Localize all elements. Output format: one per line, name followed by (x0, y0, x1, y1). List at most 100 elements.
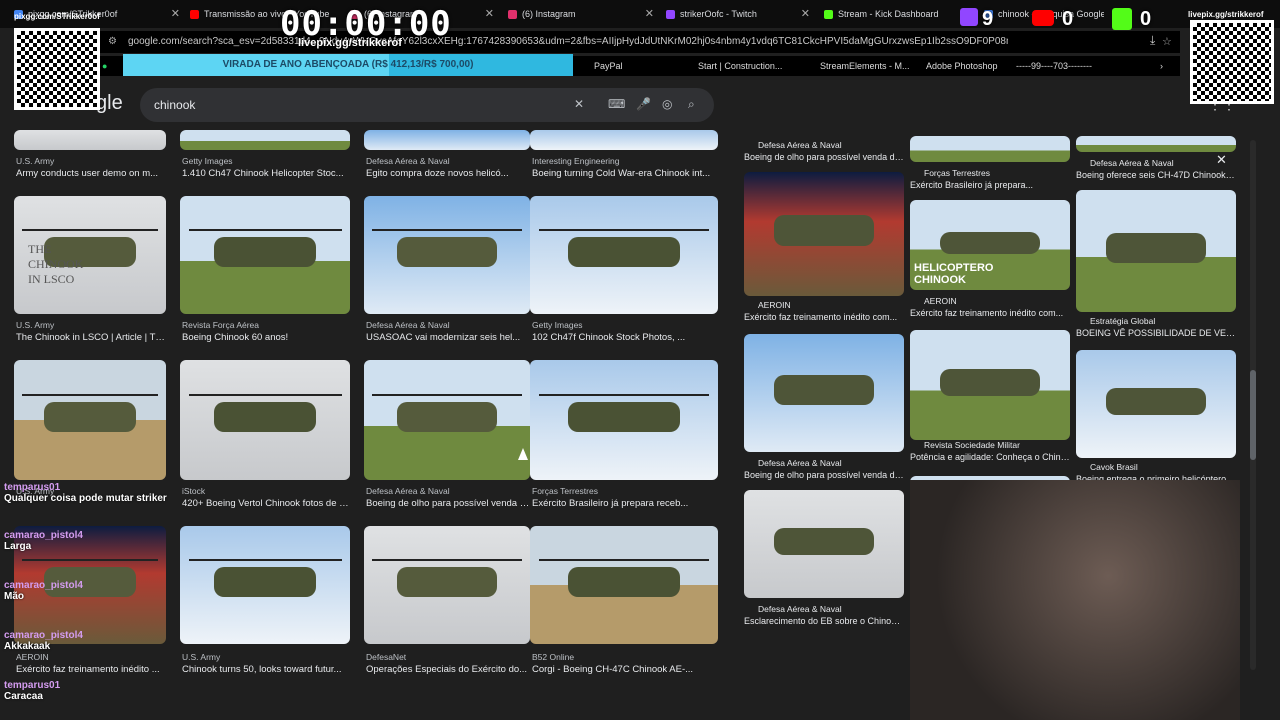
tab-twitch[interactable]: strikerOofc - Twitch ✕ (666, 4, 810, 24)
keyboard-icon[interactable]: ⌨ (608, 97, 625, 111)
result-thumbnail[interactable] (364, 196, 530, 314)
result-title[interactable]: Exército faz treinamento inédito ... (16, 664, 168, 675)
related-source: Estratégia Global (1090, 316, 1156, 326)
related-title[interactable]: Boeing de olho para possível venda do... (744, 470, 904, 480)
instagram-icon (508, 10, 517, 20)
close-panel-icon[interactable]: ✕ (1216, 152, 1227, 168)
site-info-icon[interactable]: ⚙ (108, 31, 117, 53)
google-logo[interactable]: gle (96, 92, 123, 115)
related-thumbnail[interactable] (744, 334, 904, 452)
chat-text: Mão (4, 591, 24, 602)
helicopter-image (567, 237, 681, 267)
result-title[interactable]: Corgi - Boeing CH-47C Chinook AE-... (532, 664, 720, 675)
related-thumbnail[interactable] (1076, 350, 1236, 458)
related-title[interactable]: Exército faz treinamento inédito com... (744, 312, 904, 322)
result-thumbnail[interactable] (14, 130, 166, 150)
related-thumbnail[interactable] (910, 136, 1070, 162)
result-thumbnail[interactable] (364, 130, 530, 150)
search-icon[interactable]: ⌕ (688, 97, 695, 112)
related-title[interactable]: Esclarecimento do EB sobre o Chinook... (744, 616, 904, 626)
search-input[interactable]: chinook (154, 88, 195, 122)
helicopter-image (940, 231, 1040, 254)
result-thumbnail[interactable] (14, 360, 166, 480)
panel-scrollbar[interactable] (1250, 140, 1256, 670)
result-source: Revista Força Aérea (182, 320, 260, 330)
search-box[interactable]: chinook ✕ ⌨ 🎤 ◎ ⌕ (140, 88, 714, 122)
chat-message: temparus01 Qualquer coisa pode mutar stri… (4, 482, 167, 504)
bookmark-streamelements[interactable]: StreamElements - M... (820, 56, 910, 76)
qr-code-left (14, 28, 100, 110)
result-thumbnail[interactable] (530, 130, 718, 150)
lens-icon[interactable]: ◎ (662, 97, 672, 111)
related-title[interactable]: Boeing oferece seis CH-47D Chinook a... (1076, 170, 1236, 180)
result-thumbnail[interactable] (530, 360, 718, 480)
helicopter-image (774, 527, 874, 555)
microphone-icon[interactable]: 🎤 (636, 97, 651, 111)
twitch-viewer-count: 9 (982, 8, 994, 30)
related-title[interactable]: Boeing de olho para possível venda do... (744, 152, 904, 162)
related-title[interactable]: Potência e agilidade: Conheça o Chino... (910, 452, 1070, 462)
result-title[interactable]: Boeing turning Cold War-era Chinook int.… (532, 168, 720, 179)
mouse-cursor (518, 448, 528, 460)
result-thumbnail[interactable] (530, 196, 718, 314)
donation-goal-text: VIRADA DE ANO ABENÇOADA (R$ 412,13/R$ 70… (222, 59, 474, 70)
chat-username: camarao_pistol4 (4, 630, 83, 641)
close-icon[interactable]: ✕ (485, 4, 494, 24)
result-title[interactable]: Egito compra doze novos helicó... (366, 168, 532, 179)
clear-icon[interactable]: ✕ (574, 97, 584, 111)
related-thumbnail[interactable] (744, 490, 904, 598)
result-title[interactable]: Chinook turns 50, looks toward futur... (182, 664, 352, 675)
related-thumbnail[interactable] (1076, 190, 1236, 312)
result-source: Interesting Engineering (532, 156, 620, 166)
helicopter-image (1106, 387, 1206, 415)
related-title[interactable]: BOEING VÊ POSSIBILIDADE DE VENDER... (1076, 328, 1236, 338)
related-thumbnail[interactable] (1076, 136, 1236, 152)
result-title[interactable]: Exército Brasileiro já prepara receb... (532, 498, 720, 509)
result-source: U.S. Army (16, 156, 55, 166)
tab-instagram-2[interactable]: (6) Instagram ✕ (508, 4, 654, 24)
result-title[interactable]: 420+ Boeing Vertol Chinook fotos de stoc… (182, 498, 352, 509)
related-title[interactable]: Exército faz treinamento inédito com... (910, 308, 1070, 318)
whatsapp-icon[interactable]: ● (102, 56, 107, 76)
result-title[interactable]: Boeing de olho para possível venda do C.… (366, 498, 532, 509)
chevron-right-icon[interactable]: › (1160, 56, 1163, 76)
result-thumbnail[interactable]: THE CHINOOK IN LSCO (14, 196, 166, 314)
address-bar[interactable]: ⚙ google.com/search?sca_esv=2d58331d4...… (100, 31, 1180, 53)
chat-username: temparus01 (4, 680, 61, 691)
result-title[interactable]: Operações Especiais do Exército do... (366, 664, 532, 675)
bookmark-start[interactable]: Start | Construction... (698, 56, 782, 76)
result-title[interactable]: Army conducts user demo on m... (16, 168, 168, 179)
youtube-icon (190, 10, 199, 20)
close-icon[interactable]: ✕ (645, 4, 654, 24)
result-thumbnail[interactable] (180, 196, 350, 314)
close-icon[interactable]: ✕ (801, 4, 810, 24)
chat-message: camarao_pistol4 Mão (4, 580, 83, 602)
bookmark-star-icon[interactable]: ☆ (1162, 31, 1172, 53)
result-title[interactable]: 1.410 Ch47 Chinook Helicopter Stoc... (182, 168, 352, 179)
related-thumbnail[interactable] (910, 330, 1070, 440)
result-source: B52 Online (532, 652, 575, 662)
result-source: Getty Images (532, 320, 583, 330)
result-thumbnail[interactable] (364, 526, 530, 644)
related-thumbnail[interactable] (744, 172, 904, 296)
download-icon[interactable]: ⤓ (1150, 33, 1155, 48)
result-thumbnail[interactable] (364, 360, 530, 480)
result-title[interactable]: Boeing Chinook 60 anos! (182, 332, 352, 343)
helicopter-image (567, 567, 681, 597)
result-title[interactable]: The Chinook in LSCO | Article | Th... (16, 332, 168, 343)
result-thumbnail[interactable] (530, 526, 718, 644)
result-thumbnail[interactable] (180, 526, 350, 644)
result-title[interactable]: USASOAC vai modernizar seis hel... (366, 332, 532, 343)
bookmark-photoshop[interactable]: Adobe Photoshop (926, 56, 998, 76)
close-icon[interactable]: ✕ (171, 4, 180, 24)
related-thumbnail[interactable]: HELICOPTERO CHINOOK (910, 200, 1070, 290)
related-title[interactable]: Exército Brasileiro já prepara... (910, 180, 1070, 190)
helicopter-image (567, 402, 681, 432)
chat-message: camarao_pistol4 Larga (4, 530, 83, 552)
result-thumbnail[interactable] (180, 130, 350, 150)
bookmark-folder[interactable]: -----99----703-------- (1016, 56, 1092, 76)
result-title[interactable]: 102 Ch47f Chinook Stock Photos, ... (532, 332, 720, 343)
tab-kick[interactable]: Stream - Kick Dashboard (824, 4, 974, 24)
bookmark-paypal[interactable]: PayPal (594, 56, 623, 76)
result-thumbnail[interactable] (180, 360, 350, 480)
